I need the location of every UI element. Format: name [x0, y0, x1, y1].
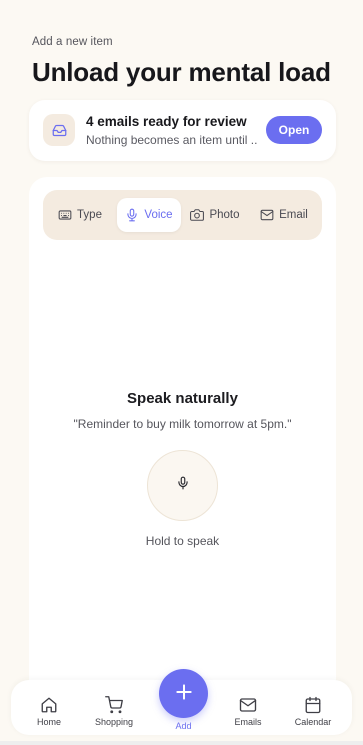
- hold-to-speak-button[interactable]: [147, 450, 218, 521]
- mail-icon: [239, 696, 257, 714]
- calendar-icon: [304, 696, 322, 714]
- email-review-card: 4 emails ready for review Nothing become…: [29, 100, 336, 161]
- add-item-screen: Add a new item Unload your mental load 4…: [0, 0, 363, 745]
- shopping-cart-icon: [105, 696, 123, 714]
- tab-voice-label: Voice: [144, 209, 173, 221]
- home-icon: [40, 696, 58, 714]
- nav-calendar-label: Calendar: [294, 717, 332, 727]
- input-mode-tabs: Type Voice Photo Email: [43, 190, 322, 240]
- nav-calendar[interactable]: Calendar: [283, 696, 343, 727]
- inbox-icon: [43, 114, 75, 146]
- tab-email[interactable]: Email: [253, 198, 315, 232]
- page-eyebrow: Add a new item: [32, 36, 113, 48]
- add-button[interactable]: [159, 669, 208, 718]
- nav-shopping[interactable]: Shopping: [84, 696, 144, 727]
- tab-photo-label: Photo: [209, 209, 240, 221]
- tab-photo[interactable]: Photo: [185, 198, 245, 232]
- nav-emails[interactable]: Emails: [218, 696, 278, 727]
- hold-to-speak-label: Hold to speak: [145, 534, 220, 548]
- tab-voice[interactable]: Voice: [117, 198, 181, 232]
- nav-home-label: Home: [36, 717, 61, 727]
- nav-home[interactable]: Home: [19, 696, 79, 727]
- camera-icon: [190, 208, 205, 222]
- voice-panel-example: "Reminder to buy milk tomorrow at 5pm.": [73, 417, 292, 431]
- system-bottom-bar: [0, 741, 363, 745]
- plus-icon: [174, 682, 194, 705]
- capture-card: Type Voice Photo Email Speak naturally "…: [29, 177, 336, 707]
- mail-icon: [260, 208, 274, 222]
- tab-email-label: Email: [279, 209, 308, 221]
- tab-type-label: Type: [77, 209, 102, 221]
- page-title: Unload your mental load: [32, 57, 331, 87]
- nav-shopping-label: Shopping: [94, 717, 134, 727]
- microphone-icon: [176, 476, 190, 495]
- microphone-icon: [125, 208, 139, 222]
- nav-emails-label: Emails: [234, 717, 262, 727]
- voice-panel-title: Speak naturally: [127, 390, 238, 407]
- keyboard-icon: [58, 208, 72, 222]
- nav-add-label: Add: [175, 721, 192, 731]
- review-title: 4 emails ready for review: [86, 114, 247, 129]
- tab-type[interactable]: Type: [53, 198, 107, 232]
- review-subtitle: Nothing becomes an item until ...: [86, 133, 258, 147]
- open-review-button[interactable]: Open: [266, 116, 322, 144]
